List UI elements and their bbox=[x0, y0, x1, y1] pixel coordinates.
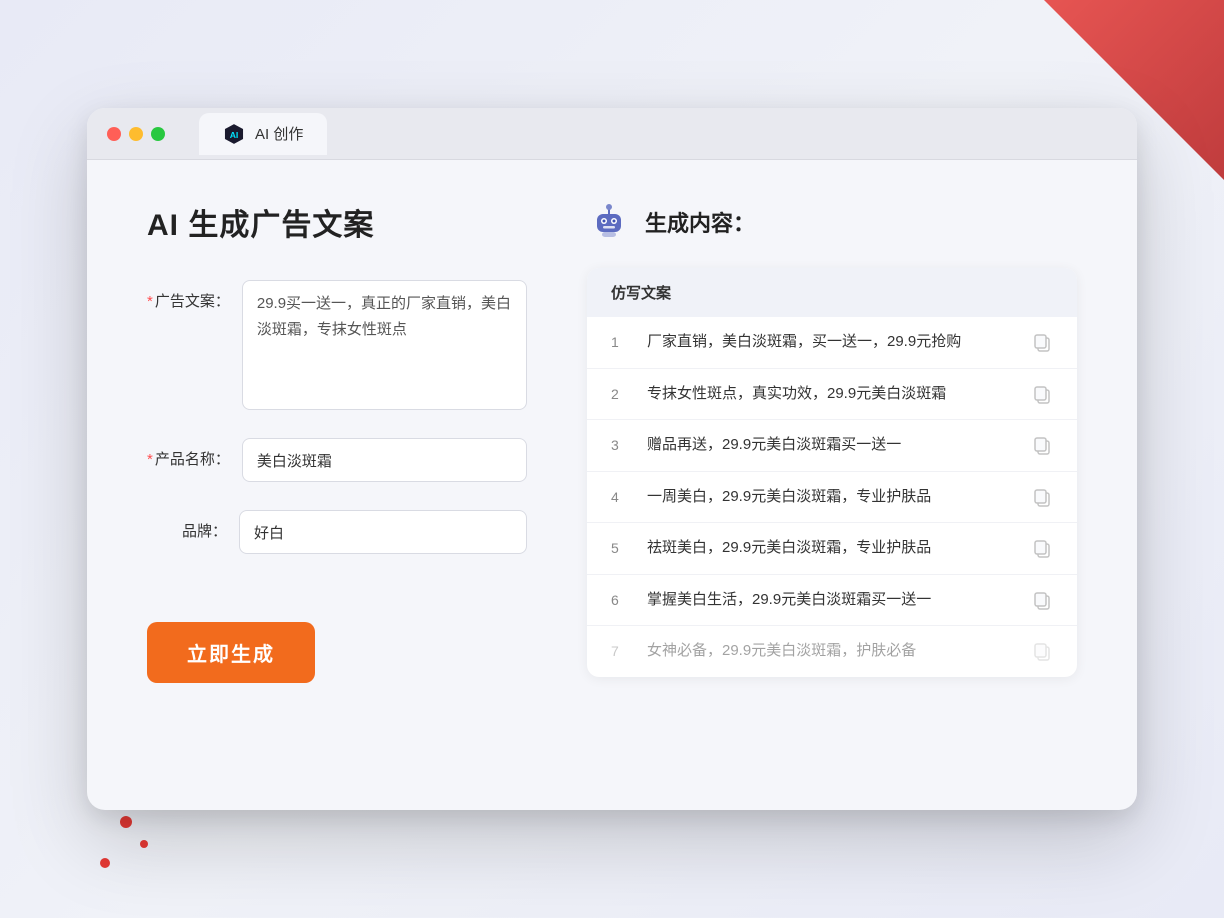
product-name-label: *产品名称： bbox=[147, 438, 230, 469]
traffic-light-minimize[interactable] bbox=[129, 127, 143, 141]
results-container: 1 厂家直销，美白淡斑霜，买一送一，29.9元抢购 2 专抹女性斑点，真实功效，… bbox=[587, 317, 1077, 677]
row-number: 3 bbox=[611, 437, 631, 453]
dot-decoration-1 bbox=[120, 816, 132, 828]
svg-text:AI: AI bbox=[230, 129, 239, 139]
ad-copy-label: *广告文案： bbox=[147, 280, 230, 311]
copy-icon[interactable] bbox=[1031, 383, 1053, 405]
ad-copy-group: *广告文案： 29.9买一送一，真正的厂家直销，美白淡斑霜，专抹女性斑点 bbox=[147, 280, 527, 410]
tab-ai-creation[interactable]: AI AI 创作 bbox=[199, 113, 327, 155]
row-text: 一周美白，29.9元美白淡斑霜，专业护肤品 bbox=[647, 486, 1015, 509]
required-star-ad: * bbox=[147, 293, 153, 310]
row-text: 赠品再送，29.9元美白淡斑霜买一送一 bbox=[647, 434, 1015, 457]
row-text: 专抹女性斑点，真实功效，29.9元美白淡斑霜 bbox=[647, 383, 1015, 406]
row-number: 7 bbox=[611, 643, 631, 659]
row-number: 6 bbox=[611, 592, 631, 608]
copy-icon[interactable] bbox=[1031, 486, 1053, 508]
result-row: 1 厂家直销，美白淡斑霜，买一送一，29.9元抢购 bbox=[587, 317, 1077, 369]
result-row: 4 一周美白，29.9元美白淡斑霜，专业护肤品 bbox=[587, 472, 1077, 524]
result-title: 生成内容： bbox=[645, 206, 755, 238]
required-star-product: * bbox=[147, 451, 153, 468]
copy-icon[interactable] bbox=[1031, 537, 1053, 559]
result-row: 5 祛斑美白，29.9元美白淡斑霜，专业护肤品 bbox=[587, 523, 1077, 575]
dot-decoration-2 bbox=[140, 840, 148, 848]
traffic-light-maximize[interactable] bbox=[151, 127, 165, 141]
copy-icon[interactable] bbox=[1031, 640, 1053, 662]
result-row: 6 掌握美白生活，29.9元美白淡斑霜买一送一 bbox=[587, 575, 1077, 627]
row-number: 2 bbox=[611, 386, 631, 402]
product-name-group: *产品名称： bbox=[147, 438, 527, 482]
robot-icon bbox=[587, 200, 631, 244]
row-text: 祛斑美白，29.9元美白淡斑霜，专业护肤品 bbox=[647, 537, 1015, 560]
page-title: AI 生成广告文案 bbox=[147, 200, 527, 244]
right-panel: 生成内容： 仿写文案 1 厂家直销，美白淡斑霜，买一送一，29.9元抢购 2 专… bbox=[587, 200, 1077, 770]
brand-group: 品牌： bbox=[147, 510, 527, 554]
brand-label: 品牌： bbox=[147, 510, 227, 541]
result-row: 2 专抹女性斑点，真实功效，29.9元美白淡斑霜 bbox=[587, 369, 1077, 421]
generate-button[interactable]: 立即生成 bbox=[147, 622, 315, 683]
brand-input[interactable] bbox=[239, 510, 527, 554]
copy-icon[interactable] bbox=[1031, 434, 1053, 456]
left-panel: AI 生成广告文案 *广告文案： 29.9买一送一，真正的厂家直销，美白淡斑霜，… bbox=[147, 200, 527, 770]
row-number: 4 bbox=[611, 489, 631, 505]
dot-decoration-3 bbox=[100, 858, 110, 868]
row-number: 5 bbox=[611, 540, 631, 556]
tab-area: AI AI 创作 bbox=[199, 113, 327, 155]
copy-icon[interactable] bbox=[1031, 331, 1053, 353]
result-row: 7 女神必备，29.9元美白淡斑霜，护肤必备 bbox=[587, 626, 1077, 677]
row-text: 厂家直销，美白淡斑霜，买一送一，29.9元抢购 bbox=[647, 331, 1015, 354]
product-name-input[interactable] bbox=[242, 438, 527, 482]
ad-copy-input[interactable]: 29.9买一送一，真正的厂家直销，美白淡斑霜，专抹女性斑点 bbox=[242, 280, 527, 410]
traffic-lights bbox=[107, 127, 165, 141]
copy-icon[interactable] bbox=[1031, 589, 1053, 611]
browser-window: AI AI 创作 AI 生成广告文案 *广告文案： 29.9买一送一，真正的厂家… bbox=[87, 108, 1137, 810]
result-header: 生成内容： bbox=[587, 200, 1077, 244]
ai-tab-icon: AI bbox=[223, 123, 245, 145]
main-content: AI 生成广告文案 *广告文案： 29.9买一送一，真正的厂家直销，美白淡斑霜，… bbox=[87, 160, 1137, 810]
traffic-light-close[interactable] bbox=[107, 127, 121, 141]
browser-toolbar: AI AI 创作 bbox=[87, 108, 1137, 160]
result-table: 仿写文案 1 厂家直销，美白淡斑霜，买一送一，29.9元抢购 2 专抹女性斑点，… bbox=[587, 268, 1077, 677]
table-header: 仿写文案 bbox=[587, 268, 1077, 317]
result-row: 3 赠品再送，29.9元美白淡斑霜买一送一 bbox=[587, 420, 1077, 472]
tab-label: AI 创作 bbox=[255, 123, 303, 144]
row-text: 女神必备，29.9元美白淡斑霜，护肤必备 bbox=[647, 640, 1015, 663]
row-text: 掌握美白生活，29.9元美白淡斑霜买一送一 bbox=[647, 589, 1015, 612]
row-number: 1 bbox=[611, 334, 631, 350]
